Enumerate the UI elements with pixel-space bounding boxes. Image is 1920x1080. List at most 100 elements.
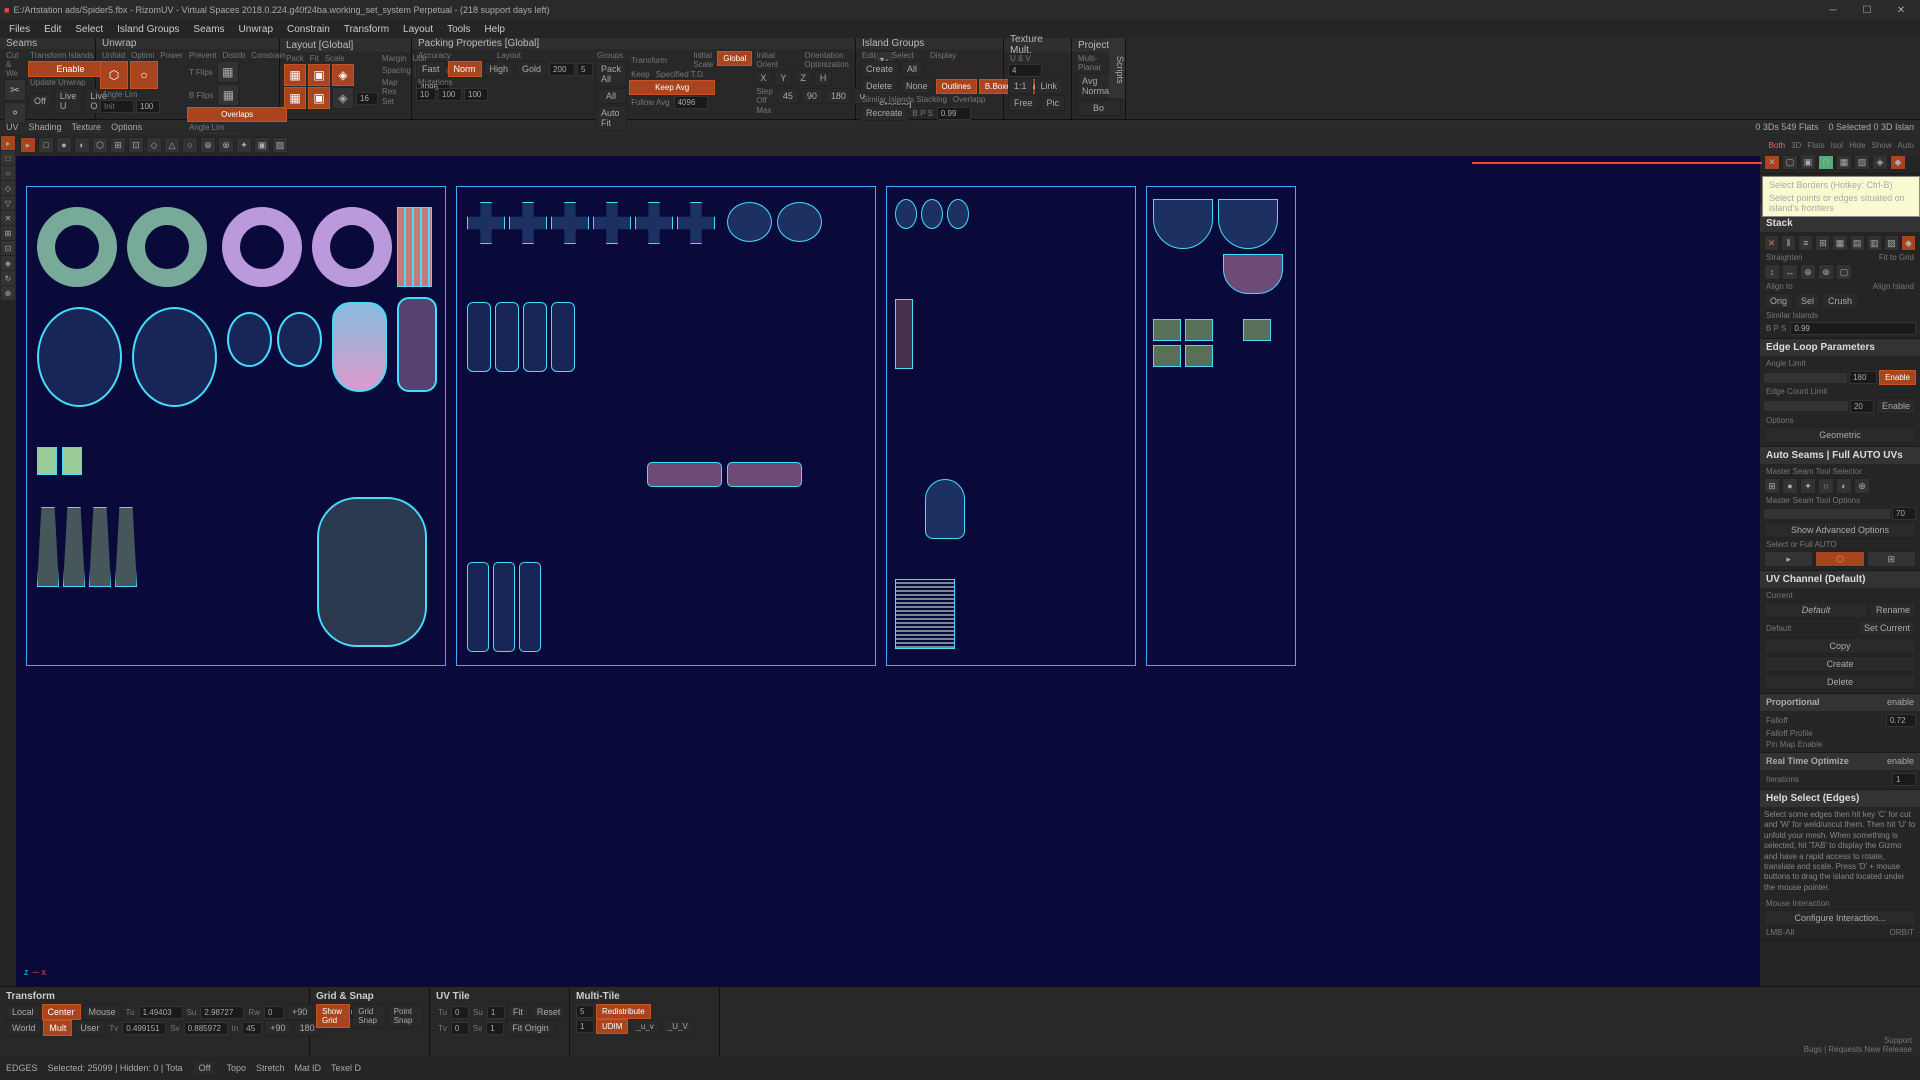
status-off[interactable]: Off <box>193 1060 217 1076</box>
tool-8-icon[interactable]: ◈ <box>1 256 15 270</box>
uv-island[interactable] <box>63 507 85 587</box>
packing-mut2[interactable] <box>438 88 462 101</box>
uv-island[interactable] <box>647 462 722 487</box>
uv-island[interactable] <box>921 199 943 229</box>
uv-island[interactable] <box>89 507 111 587</box>
packing-mut1[interactable] <box>416 88 436 101</box>
uv-island[interactable] <box>777 202 822 242</box>
unwrap-init[interactable] <box>100 100 134 113</box>
tool-9-icon[interactable]: ↻ <box>1 271 15 285</box>
overlaps-button[interactable]: Overlaps <box>187 107 288 122</box>
viewmode-show[interactable]: Show <box>1870 141 1894 150</box>
uv-island[interactable] <box>895 299 913 369</box>
optimize-button[interactable]: ○ <box>130 61 158 89</box>
uv-island[interactable] <box>925 479 965 539</box>
straight-icon-2[interactable]: ↔ <box>1782 264 1798 280</box>
followavg-input[interactable] <box>674 96 708 109</box>
align-icon-8[interactable]: ▨ <box>1884 235 1899 251</box>
uv-island[interactable] <box>895 199 917 229</box>
ig-none[interactable]: None <box>900 78 934 94</box>
layout-icon-4[interactable]: ▦ <box>284 87 306 109</box>
menu-transform[interactable]: Transform <box>337 22 396 37</box>
packing-5[interactable] <box>577 63 593 76</box>
tr-mouse[interactable]: Mouse <box>83 1004 122 1020</box>
uvchannel-delete[interactable]: Delete <box>1764 674 1916 690</box>
vbar-icon-9[interactable]: △ <box>164 137 180 153</box>
uvchannel-copy[interactable]: Copy <box>1764 638 1916 654</box>
tool-2-icon[interactable]: ○ <box>1 166 15 180</box>
subbar-options[interactable]: Options <box>111 122 142 132</box>
anglelimit-input[interactable] <box>1849 371 1877 384</box>
seams-off-button[interactable]: Off <box>28 93 52 109</box>
show-advanced-button[interactable]: Show Advanced Options <box>1764 522 1916 538</box>
subbar-uv[interactable]: UV <box>6 122 19 132</box>
mt-cols[interactable] <box>576 1005 594 1018</box>
packing-global-button[interactable]: Global <box>717 51 752 66</box>
seam-tool-4-icon[interactable]: ○ <box>1818 478 1834 494</box>
align-icon-1[interactable]: ✕ <box>1764 235 1779 251</box>
orient-y[interactable]: Y <box>774 70 792 86</box>
status-topo[interactable]: Topo <box>226 1063 246 1073</box>
packing-fast[interactable]: Fast <box>416 61 446 77</box>
status-stretch[interactable]: Stretch <box>256 1063 285 1073</box>
vbar-icon-6[interactable]: ⊞ <box>110 137 126 153</box>
uv-island[interactable] <box>312 207 392 287</box>
vbar-icon-15[interactable]: ▨ <box>272 137 288 153</box>
tr-p90b[interactable]: +90 <box>264 1020 291 1036</box>
seamtool-input[interactable] <box>1892 507 1916 520</box>
unwrap-val1[interactable] <box>136 100 160 113</box>
uv-island[interactable] <box>551 202 589 244</box>
packing-gold[interactable]: Gold <box>516 61 547 77</box>
tr-sv[interactable] <box>184 1022 228 1035</box>
tr-mult[interactable]: Mult <box>43 1020 72 1036</box>
tool-6-icon[interactable]: ⊞ <box>1 226 15 240</box>
align-sel[interactable]: Sel <box>1795 293 1820 309</box>
weld-tool-icon[interactable]: ⚬ <box>4 102 26 124</box>
tflips-icon[interactable]: ▦ <box>217 61 239 83</box>
texmult-free[interactable]: Free <box>1008 95 1039 111</box>
uv-island[interactable] <box>127 207 207 287</box>
sel-mode-2-icon[interactable]: ▣ <box>1800 154 1816 170</box>
pointsnap-button[interactable]: Point Snap <box>388 1004 423 1028</box>
uv-island[interactable] <box>677 202 715 244</box>
uvchannel-setcurrent[interactable]: Set Current <box>1858 620 1916 636</box>
vbar-icon-5[interactable]: ⬡ <box>92 137 108 153</box>
align-orig[interactable]: Orig <box>1764 293 1793 309</box>
uvchannel-rename[interactable]: Rename <box>1870 602 1916 618</box>
straight-icon-1[interactable]: ↕ <box>1764 264 1780 280</box>
minimize-button[interactable]: ─ <box>1818 1 1848 19</box>
menu-edit[interactable]: Edit <box>37 22 68 37</box>
uvchannel-create[interactable]: Create <box>1764 656 1916 672</box>
status-texeld[interactable]: Texel D <box>331 1063 361 1073</box>
uvtile-tu[interactable] <box>451 1006 469 1019</box>
maximize-button[interactable]: ☐ <box>1852 1 1882 19</box>
uv-island[interactable] <box>332 302 387 392</box>
ig-recreate[interactable]: Recreate <box>860 105 909 121</box>
autoseam-sel-icon[interactable]: ▸ <box>1764 551 1813 567</box>
align-crush[interactable]: Crush <box>1822 293 1858 309</box>
seam-tool-2-icon[interactable]: ● <box>1782 478 1798 494</box>
uv-island[interactable] <box>895 579 955 649</box>
tool-5-icon[interactable]: ✕ <box>1 211 15 225</box>
uv-island[interactable] <box>495 302 519 372</box>
uv-island[interactable] <box>37 307 122 407</box>
tr-world[interactable]: World <box>6 1020 41 1036</box>
seamtool-slider[interactable] <box>1764 509 1890 519</box>
uv-island[interactable] <box>1223 254 1283 294</box>
menu-islandgroups[interactable]: Island Groups <box>110 22 186 37</box>
packing-mut3[interactable] <box>464 88 488 101</box>
status-matid[interactable]: Mat ID <box>295 1063 322 1073</box>
uvtile-sv[interactable] <box>486 1022 504 1035</box>
tool-select-icon[interactable]: ▸ <box>1 136 15 150</box>
seam-tool-6-icon[interactable]: ⊕ <box>1854 478 1870 494</box>
uv-island[interactable] <box>115 507 137 587</box>
uv-island[interactable] <box>635 202 673 244</box>
edgeloop-geometric[interactable]: Geometric <box>1764 427 1916 443</box>
tr-tu[interactable] <box>139 1006 183 1019</box>
vbar-cursor-icon[interactable]: ▸ <box>20 137 36 153</box>
tool-3-icon[interactable]: ◇ <box>1 181 15 195</box>
uv-island[interactable] <box>1153 319 1181 341</box>
packing-packall[interactable]: Pack All <box>595 61 627 87</box>
sel-mode-6-icon[interactable]: ◈ <box>1872 154 1888 170</box>
edgecount-slider[interactable] <box>1764 401 1848 411</box>
